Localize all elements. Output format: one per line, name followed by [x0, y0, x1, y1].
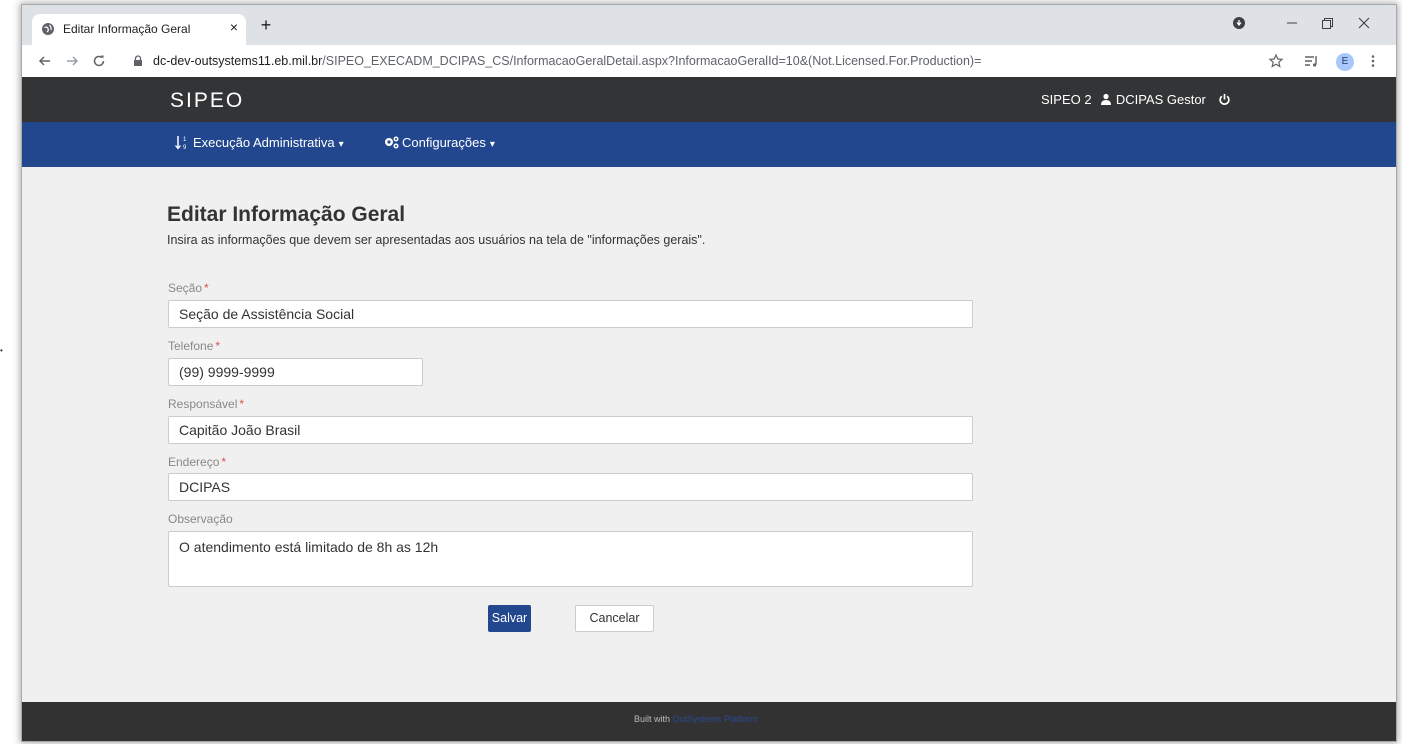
- record-icon[interactable]: [1231, 15, 1247, 31]
- menu-label: Configurações: [402, 135, 486, 150]
- required-mark: *: [215, 339, 221, 353]
- page-title: Editar Informação Geral: [167, 203, 406, 226]
- label-telefone: Telefone *: [168, 339, 221, 353]
- telefone-field[interactable]: (99) 9999-9999: [168, 358, 423, 386]
- app-header: SIPEO SIPEO 2 DCIPAS Gestor: [22, 77, 1396, 122]
- menu-item-execucao-administrativa[interactable]: 1 9 Execução Administrativa ▾: [175, 135, 344, 151]
- browser-window: Editar Informação Geral × + dc-dev-outsy…: [22, 5, 1396, 741]
- page-description: Insira as informações que devem ser apre…: [167, 233, 706, 247]
- user-info: SIPEO 2 DCIPAS Gestor: [1041, 92, 1231, 107]
- system-name: SIPEO 2: [1041, 92, 1092, 107]
- label-endereco: Endereço *: [168, 455, 227, 469]
- star-icon[interactable]: [1268, 53, 1284, 69]
- new-tab-button[interactable]: +: [256, 15, 276, 35]
- minimize-icon[interactable]: [1284, 15, 1300, 31]
- reload-icon[interactable]: [91, 53, 107, 69]
- responsavel-field[interactable]: Capitão João Brasil: [168, 416, 973, 444]
- browser-toolbar: dc-dev-outsystems11.eb.mil.br/SIPEO_EXEC…: [22, 45, 1396, 77]
- tab-strip: Editar Informação Geral × +: [22, 5, 1396, 45]
- save-button[interactable]: Salvar: [488, 605, 531, 632]
- url-path: /SIPEO_EXECADM_DCIPAS_CS/InformacaoGeral…: [322, 54, 982, 68]
- main-content: Editar Informação Geral Insira as inform…: [167, 203, 972, 247]
- power-icon[interactable]: [1218, 93, 1231, 106]
- footer: Built with OutSystems Platform: [22, 702, 1396, 741]
- cancel-button[interactable]: Cancelar: [575, 605, 654, 632]
- menu-label: Execução Administrativa: [193, 135, 335, 150]
- svg-text:1: 1: [183, 137, 187, 143]
- label-responsavel: Responsável *: [168, 397, 245, 411]
- tab-close-icon[interactable]: ×: [226, 19, 242, 37]
- brand-logo[interactable]: SIPEO: [170, 89, 244, 113]
- sort-icon: 1 9: [175, 136, 187, 151]
- profile-avatar[interactable]: E: [1336, 53, 1354, 71]
- lock-icon[interactable]: [132, 55, 144, 67]
- tab-title: Editar Informação Geral: [63, 22, 191, 36]
- main-menu: 1 9 Execução Administrativa ▾ Configuraçõ…: [22, 122, 1396, 167]
- label-observacao: Observação: [168, 512, 233, 526]
- chevron-down-icon: ▾: [338, 139, 344, 150]
- required-mark: *: [221, 455, 227, 469]
- forward-icon[interactable]: [64, 53, 80, 69]
- menu-kebab-icon[interactable]: [1365, 53, 1381, 69]
- address-bar[interactable]: dc-dev-outsystems11.eb.mil.br/SIPEO_EXEC…: [153, 54, 981, 68]
- chevron-down-icon: ▾: [489, 139, 495, 150]
- observacao-textarea[interactable]: O atendimento está limitado de 8h as 12h: [168, 531, 973, 587]
- endereco-field[interactable]: DCIPAS: [168, 473, 973, 501]
- user-name[interactable]: DCIPAS Gestor: [1116, 92, 1206, 107]
- restore-icon[interactable]: [1319, 15, 1335, 31]
- required-mark: *: [239, 397, 245, 411]
- svg-text:9: 9: [183, 145, 187, 150]
- required-mark: *: [204, 281, 209, 295]
- browser-tab[interactable]: Editar Informação Geral ×: [32, 14, 246, 45]
- footer-text: Built with OutSystems Platform: [634, 714, 758, 724]
- user-icon: [1101, 93, 1112, 105]
- menu-item-configuracoes[interactable]: Configurações ▾: [383, 135, 495, 150]
- url-host: dc-dev-outsystems11.eb.mil.br: [153, 54, 323, 68]
- footer-link[interactable]: OutSystems Platform: [673, 714, 758, 724]
- close-window-icon[interactable]: [1356, 15, 1372, 31]
- reading-list-icon[interactable]: [1303, 53, 1319, 69]
- label-secao: Seção *: [168, 281, 209, 295]
- secao-field[interactable]: Seção de Assistência Social: [168, 300, 973, 328]
- cogs-icon: [385, 136, 399, 149]
- footer-prefix: Built with: [634, 714, 671, 724]
- back-icon[interactable]: [37, 53, 53, 69]
- edge-mark: •: [0, 346, 3, 355]
- globe-icon: [42, 23, 54, 35]
